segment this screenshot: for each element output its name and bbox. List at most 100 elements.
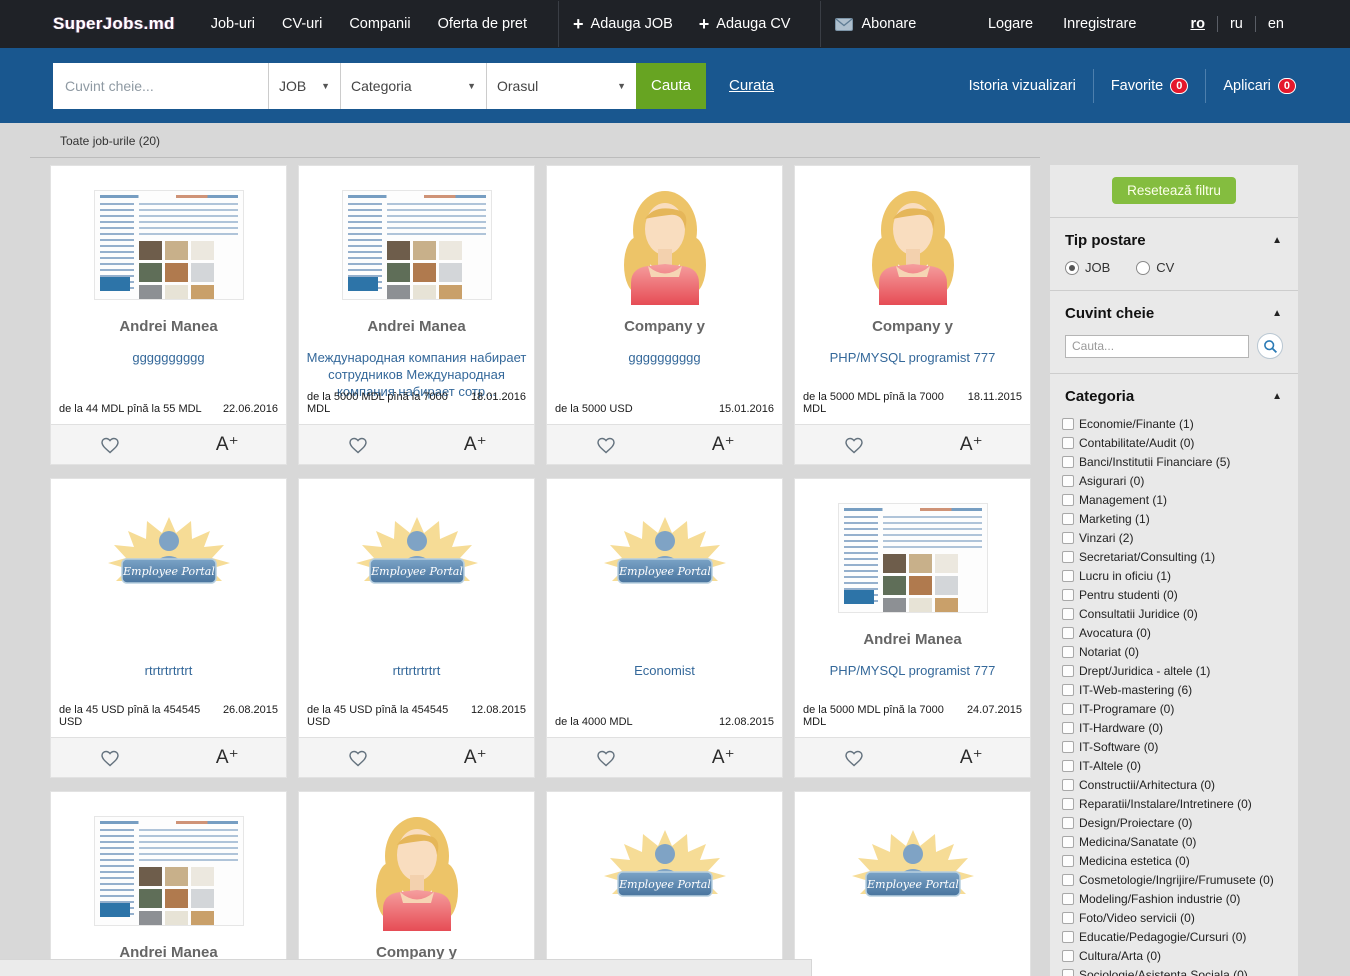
checkbox-icon[interactable]	[1062, 779, 1074, 791]
checkbox-icon[interactable]	[1062, 665, 1074, 677]
checkbox-icon[interactable]	[1062, 931, 1074, 943]
subscribe-link[interactable]: Abonare	[835, 16, 916, 32]
city-select[interactable]: Orasul ▼	[486, 63, 636, 109]
category-checkbox-item[interactable]: Economie/Finante (1)	[1062, 414, 1288, 433]
favorite-heart-button[interactable]	[547, 436, 665, 454]
favorite-heart-button[interactable]	[547, 749, 665, 767]
clear-filters-link[interactable]: Curata	[729, 77, 774, 94]
category-checkbox-item[interactable]: Educatie/Pedagogie/Cursuri (0)	[1062, 927, 1288, 946]
checkbox-icon[interactable]	[1062, 969, 1074, 976]
checkbox-icon[interactable]	[1062, 589, 1074, 601]
apply-button[interactable]: A⁺	[169, 433, 287, 456]
add-cv-button[interactable]: + Adauga CV	[699, 15, 791, 33]
category-checkbox-item[interactable]: Lucru in oficiu (1)	[1062, 566, 1288, 585]
radio-unselected-icon[interactable]	[1136, 261, 1150, 275]
favorite-heart-button[interactable]	[51, 749, 169, 767]
favorite-heart-button[interactable]	[795, 436, 913, 454]
job-title-link[interactable]: rtrtrtrtrtrt	[139, 662, 199, 679]
job-title-link[interactable]: gggggggggg	[622, 349, 706, 366]
category-checkbox-item[interactable]: Consultatii Juridice (0)	[1062, 604, 1288, 623]
checkbox-icon[interactable]	[1062, 494, 1074, 506]
login-link[interactable]: Logare	[988, 16, 1033, 32]
apply-button[interactable]: A⁺	[665, 433, 783, 456]
checkbox-icon[interactable]	[1062, 456, 1074, 468]
checkbox-icon[interactable]	[1062, 798, 1074, 810]
category-checkbox-item[interactable]: Contabilitate/Audit (0)	[1062, 433, 1288, 452]
category-checkbox-item[interactable]: IT-Hardware (0)	[1062, 718, 1288, 737]
checkbox-icon[interactable]	[1062, 475, 1074, 487]
category-checkbox-item[interactable]: Notariat (0)	[1062, 642, 1288, 661]
nav-item-companii[interactable]: Companii	[349, 16, 410, 32]
type-select[interactable]: JOB ▼	[268, 63, 340, 109]
radio-option-cv[interactable]: CV	[1136, 260, 1174, 275]
checkbox-icon[interactable]	[1062, 855, 1074, 867]
category-checkbox-item[interactable]: IT-Web-mastering (6)	[1062, 680, 1288, 699]
nav-item-joburi[interactable]: Job-uri	[211, 16, 255, 32]
category-checkbox-item[interactable]: Cultura/Arta (0)	[1062, 946, 1288, 965]
view-history-link[interactable]: Istoria vizualizari	[969, 78, 1076, 94]
horizontal-scrollbar[interactable]	[0, 959, 812, 976]
radio-selected-icon[interactable]	[1065, 261, 1079, 275]
category-checkbox-item[interactable]: Secretariat/Consulting (1)	[1062, 547, 1288, 566]
applications-link[interactable]: Aplicari 0	[1223, 78, 1296, 94]
category-checkbox-item[interactable]: Drept/Juridica - altele (1)	[1062, 661, 1288, 680]
reset-filter-button[interactable]: Resetează filtru	[1112, 177, 1236, 204]
register-link[interactable]: Inregistrare	[1063, 16, 1136, 32]
apply-button[interactable]: A⁺	[665, 746, 783, 769]
category-checkbox-item[interactable]: Reparatii/Instalare/Intretinere (0)	[1062, 794, 1288, 813]
category-checkbox-item[interactable]: IT-Software (0)	[1062, 737, 1288, 756]
category-checkbox-item[interactable]: Asigurari (0)	[1062, 471, 1288, 490]
category-checkbox-item[interactable]: Management (1)	[1062, 490, 1288, 509]
checkbox-icon[interactable]	[1062, 817, 1074, 829]
checkbox-icon[interactable]	[1062, 741, 1074, 753]
favorite-heart-button[interactable]	[299, 749, 417, 767]
apply-button[interactable]: A⁺	[417, 746, 535, 769]
keyword-section-header[interactable]: Cuvint cheie ▲	[1050, 291, 1298, 331]
checkbox-icon[interactable]	[1062, 760, 1074, 772]
apply-button[interactable]: A⁺	[913, 433, 1031, 456]
checkbox-icon[interactable]	[1062, 513, 1074, 525]
checkbox-icon[interactable]	[1062, 551, 1074, 563]
category-checkbox-item[interactable]: Sociologie/Asistenta Sociala (0)	[1062, 965, 1288, 976]
category-checkbox-item[interactable]: Marketing (1)	[1062, 509, 1288, 528]
checkbox-icon[interactable]	[1062, 722, 1074, 734]
checkbox-icon[interactable]	[1062, 627, 1074, 639]
checkbox-icon[interactable]	[1062, 532, 1074, 544]
category-checkbox-item[interactable]: Medicina estetica (0)	[1062, 851, 1288, 870]
add-job-button[interactable]: + Adauga JOB	[573, 15, 673, 33]
type-section-header[interactable]: Tip postare ▲	[1050, 218, 1298, 258]
category-checkbox-item[interactable]: Design/Proiectare (0)	[1062, 813, 1288, 832]
category-checkbox-item[interactable]: Avocatura (0)	[1062, 623, 1288, 642]
checkbox-icon[interactable]	[1062, 874, 1074, 886]
category-checkbox-item[interactable]: Banci/Institutii Financiare (5)	[1062, 452, 1288, 471]
apply-button[interactable]: A⁺	[417, 433, 535, 456]
apply-button[interactable]: A⁺	[913, 746, 1031, 769]
keyword-search-input[interactable]	[53, 63, 268, 109]
apply-button[interactable]: A⁺	[169, 746, 287, 769]
checkbox-icon[interactable]	[1062, 608, 1074, 620]
lang-ro[interactable]: ro	[1178, 16, 1217, 32]
sidebar-keyword-input[interactable]	[1065, 335, 1249, 358]
category-checkbox-item[interactable]: Foto/Video servicii (0)	[1062, 908, 1288, 927]
checkbox-icon[interactable]	[1062, 570, 1074, 582]
nav-item-cvuri[interactable]: CV-uri	[282, 16, 322, 32]
job-title-link[interactable]: PHP/MYSQL programist 777	[824, 349, 1002, 366]
favorite-heart-button[interactable]	[795, 749, 913, 767]
radio-option-job[interactable]: JOB	[1065, 260, 1110, 275]
category-checkbox-item[interactable]: Medicina/Sanatate (0)	[1062, 832, 1288, 851]
checkbox-icon[interactable]	[1062, 703, 1074, 715]
search-button[interactable]: Cauta	[636, 63, 706, 109]
job-title-link[interactable]: gggggggggg	[126, 349, 210, 366]
checkbox-icon[interactable]	[1062, 437, 1074, 449]
checkbox-icon[interactable]	[1062, 418, 1074, 430]
job-title-link[interactable]: Economist	[628, 662, 701, 679]
checkbox-icon[interactable]	[1062, 646, 1074, 658]
sidebar-search-button[interactable]	[1257, 333, 1283, 359]
lang-en[interactable]: en	[1256, 16, 1296, 32]
category-select[interactable]: Categoria ▼	[340, 63, 486, 109]
category-checkbox-item[interactable]: Modeling/Fashion industrie (0)	[1062, 889, 1288, 908]
job-title-link[interactable]: rtrtrtrtrtrt	[387, 662, 447, 679]
site-logo[interactable]: SuperJobs.md	[53, 14, 175, 34]
lang-ru[interactable]: ru	[1218, 16, 1255, 32]
category-section-header[interactable]: Categoria ▲	[1050, 374, 1298, 414]
